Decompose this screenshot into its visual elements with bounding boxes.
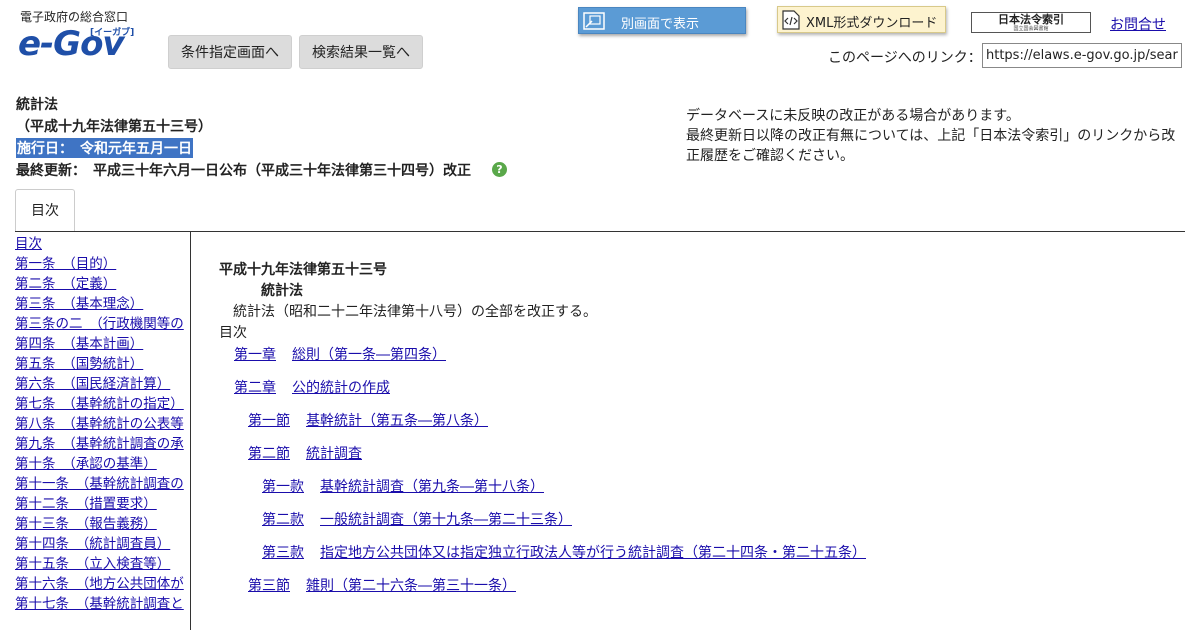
logo-tagline: 電子政府の総合窓口 xyxy=(20,10,129,24)
code-file-icon xyxy=(781,10,801,30)
list-item[interactable]: 第二章 公的統計の作成 xyxy=(219,377,1179,410)
search-results-button[interactable]: 検索結果一覧へ xyxy=(299,35,423,69)
separate-window-label: 別画面で表示 xyxy=(621,17,700,32)
sidebar-item[interactable]: 第十条 （承認の基準） xyxy=(15,456,157,472)
list-item[interactable]: 第三節 雑則（第二十六条―第三十一条） xyxy=(219,575,1179,608)
content-toc-title: 目次 xyxy=(219,325,247,341)
help-icon[interactable]: ? xyxy=(492,162,507,177)
sidebar-item[interactable]: 第十四条 （統計調査員） xyxy=(15,536,170,552)
sidebar-item[interactable]: 第十三条 （報告義務） xyxy=(15,516,157,532)
toc-title-link[interactable]: 基幹統計（第五条―第八条） xyxy=(306,413,488,429)
toc-title-link[interactable]: 基幹統計調査（第九条―第十八条） xyxy=(320,479,544,495)
sidebar-item[interactable]: 第一条 （目的） xyxy=(15,256,116,272)
toc-number-link[interactable]: 第三款 xyxy=(262,545,304,561)
list-item[interactable]: 第一節 基幹統計（第五条―第八条） xyxy=(219,410,1179,443)
toc-title-link[interactable]: 雑則（第二十六条―第三十一条） xyxy=(306,578,516,594)
sidebar-item[interactable]: 目次 xyxy=(15,236,42,252)
open-separate-window-button[interactable]: 別画面で表示 xyxy=(578,7,746,34)
toc-title-link[interactable]: 公的統計の作成 xyxy=(292,380,390,396)
logo-ruby: [イーガブ] xyxy=(90,28,135,38)
notice-line-1: データベースに未反映の改正がある場合があります。 xyxy=(686,108,1020,124)
sidebar-item[interactable]: 第三条の二 （行政機関等の xyxy=(15,316,184,332)
sidebar-item[interactable]: 第十七条 （基幹統計調査と xyxy=(15,596,184,612)
toc-number-link[interactable]: 第一章 xyxy=(234,347,276,363)
window-icon xyxy=(583,11,607,31)
egov-logo[interactable]: e-Gov [イーガブ] xyxy=(18,24,138,66)
list-item[interactable]: 第二節 統計調査 xyxy=(219,443,1179,476)
toc-title-link[interactable]: 指定地方公共団体又は指定独立行政法人等が行う統計調査（第二十四条・第二十五条） xyxy=(320,545,866,561)
page-link-input[interactable] xyxy=(982,43,1182,68)
toc-number-link[interactable]: 第二款 xyxy=(262,512,304,528)
content-law-name: 統計法 xyxy=(261,283,303,299)
sidebar-item[interactable]: 第十六条 （地方公共団体が xyxy=(15,576,184,592)
sidebar-item[interactable]: 第八条 （基幹統計の公表等 xyxy=(15,416,184,432)
effective-date: 施行日： 令和元年五月一日 xyxy=(16,138,193,158)
index-badge-subtitle: 国立国会図書館 xyxy=(1013,26,1049,32)
notice-line-2: 最終更新日以降の改正有無については、上記「日本法令索引」のリンクから改正履歴をご… xyxy=(686,128,1176,164)
sidebar-item[interactable]: 第十一条 （基幹統計調査の xyxy=(15,476,184,492)
content-law-number: 平成十九年法律第五十三号 xyxy=(219,262,387,278)
sidebar-item[interactable]: 第五条 （国勢統計） xyxy=(15,356,143,372)
sidebar-item[interactable]: 第二条 （定義） xyxy=(15,276,116,292)
database-notice: データベースに未反映の改正がある場合があります。 最終更新日以降の改正有無につい… xyxy=(686,106,1186,166)
contact-link[interactable]: お問合せ xyxy=(1110,14,1166,34)
law-number: （平成十九年法律第五十三号） xyxy=(16,119,212,135)
sidebar-item[interactable]: 第三条 （基本理念） xyxy=(15,296,143,312)
last-updated: 最終更新： 平成三十年六月一日公布（平成三十年法律第三十四号）改正 xyxy=(16,163,471,179)
toc-title-link[interactable]: 一般統計調査（第十九条―第二十三条） xyxy=(320,512,572,528)
tab-toc[interactable]: 目次 xyxy=(15,189,75,232)
sidebar-toc[interactable]: 目次 第一条 （目的） 第二条 （定義） 第三条 （基本理念） 第三条の二 （行… xyxy=(15,232,191,630)
sidebar-item[interactable]: 第七条 （基幹統計の指定） xyxy=(15,396,184,412)
japan-law-index-link[interactable]: 日本法令索引 国立国会図書館 xyxy=(971,12,1091,33)
toc-title-link[interactable]: 総則（第一条―第四条） xyxy=(292,347,446,363)
toc-number-link[interactable]: 第三節 xyxy=(248,578,290,594)
sidebar-item[interactable]: 第十五条 （立入検査等） xyxy=(15,556,170,572)
sidebar-item[interactable]: 第六条 （国民経済計算） xyxy=(15,376,170,392)
toc-number-link[interactable]: 第一節 xyxy=(248,413,290,429)
list-item[interactable]: 第三款 指定地方公共団体又は指定独立行政法人等が行う統計調査（第二十四条・第二十五… xyxy=(219,542,1179,575)
toc-number-link[interactable]: 第一款 xyxy=(262,479,304,495)
content-preamble: 統計法（昭和二十二年法律第十八号）の全部を改正する。 xyxy=(233,304,597,320)
sidebar-item[interactable]: 第四条 （基本計画） xyxy=(15,336,143,352)
xml-download-button[interactable]: XML形式ダウンロード xyxy=(777,6,946,33)
law-title: 統計法 xyxy=(16,97,58,113)
law-content: 平成十九年法律第五十三号 統計法 統計法（昭和二十二年法律第十八号）の全部を改正… xyxy=(219,260,1179,608)
content-toc-list: 第一章 総則（第一条―第四条） 第二章 公的統計の作成 第一節 基幹統計（第五条―第八… xyxy=(219,344,1179,608)
sidebar-item[interactable]: 第十二条 （措置要求） xyxy=(15,496,157,512)
index-badge-title: 日本法令索引 xyxy=(998,13,1064,26)
page-link-label: このページへのリンク： xyxy=(828,50,982,66)
xml-download-label: XML形式ダウンロード xyxy=(806,16,938,31)
list-item[interactable]: 第二款 一般統計調査（第十九条―第二十三条） xyxy=(219,509,1179,542)
list-item[interactable]: 第一款 基幹統計調査（第九条―第十八条） xyxy=(219,476,1179,509)
list-item[interactable]: 第一章 総則（第一条―第四条） xyxy=(219,344,1179,377)
search-conditions-button[interactable]: 条件指定画面へ xyxy=(168,35,292,69)
sidebar-item[interactable]: 第九条 （基幹統計調査の承 xyxy=(15,436,184,452)
toc-number-link[interactable]: 第二節 xyxy=(248,446,290,462)
toc-number-link[interactable]: 第二章 xyxy=(234,380,276,396)
toc-title-link[interactable]: 統計調査 xyxy=(306,446,362,462)
